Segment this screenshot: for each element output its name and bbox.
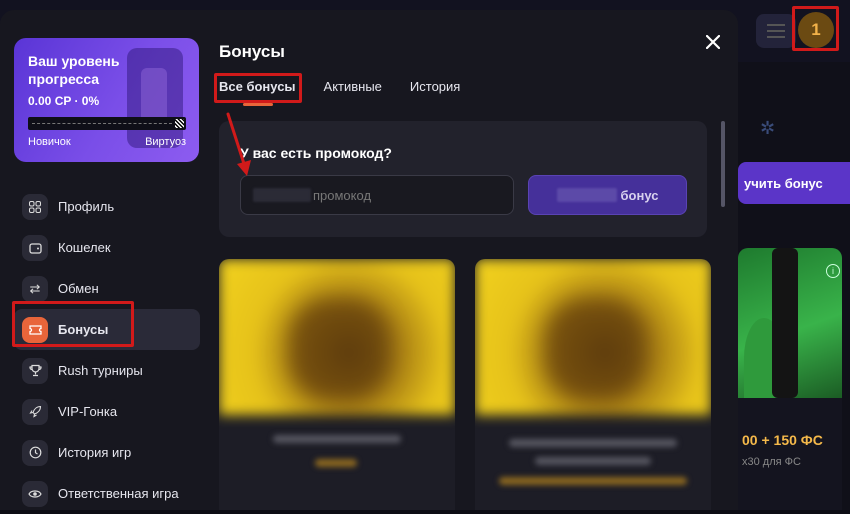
menu-icon xyxy=(767,24,785,38)
info-icon[interactable]: i xyxy=(826,264,840,278)
sidebar-item-label: История игр xyxy=(58,445,131,460)
promo-label: У вас есть промокод? xyxy=(240,145,392,161)
promo-input-placeholder: промокод xyxy=(313,188,371,203)
annotation-highlight-avatar xyxy=(792,6,839,51)
sidebar-item-label: Обмен xyxy=(58,281,99,296)
background-card-footer xyxy=(738,398,842,510)
tab-history[interactable]: История xyxy=(410,76,460,96)
sidebar-item-bonuses[interactable]: Бонусы xyxy=(14,309,200,350)
promo-code-card: У вас есть промокод? промокод бонус xyxy=(219,121,707,237)
sidebar-item-label: Ответственная игра xyxy=(58,486,179,501)
background-card-wager: х30 для ФС xyxy=(742,456,801,468)
sidebar-item-rush-tournaments[interactable]: Rush турниры xyxy=(14,350,200,391)
get-bonus-button[interactable]: учить бонус xyxy=(738,162,850,204)
clock-icon xyxy=(22,440,48,466)
exchange-icon: ⇄ xyxy=(22,276,48,302)
sidebar-item-label: Кошелек xyxy=(58,240,111,255)
sidebar-item-responsible-gaming[interactable]: Ответственная игра xyxy=(14,473,200,514)
annotation-highlight-tab xyxy=(214,73,302,103)
bonus-card[interactable] xyxy=(219,259,455,510)
sidebar-item-wallet[interactable]: Кошелек xyxy=(14,227,200,268)
background-card-value: 00 + 150 ФС xyxy=(742,432,823,448)
sidebar-item-label: VIP-Гонка xyxy=(58,404,117,419)
progress-title: Ваш уровень прогресса xyxy=(28,52,148,88)
progress-level-max: Виртуоз xyxy=(145,136,186,148)
promo-code-input[interactable]: промокод xyxy=(240,175,514,215)
sidebar-item-label: Бонусы xyxy=(58,322,108,337)
rocket-icon xyxy=(22,399,48,425)
star-icon: ✲ xyxy=(760,118,775,139)
close-icon xyxy=(706,35,720,49)
sidebar-item-label: Rush турниры xyxy=(58,363,143,378)
trophy-icon xyxy=(22,358,48,384)
background-menu-button[interactable] xyxy=(756,14,796,48)
finish-flag-icon xyxy=(175,119,184,128)
sidebar-item-exchange[interactable]: ⇄ Обмен xyxy=(14,268,200,309)
ticket-icon xyxy=(22,317,48,343)
sidebar-item-label: Профиль xyxy=(58,199,114,214)
progress-bar xyxy=(28,117,186,130)
bonuses-content: Бонусы Все бонусы Активные История У вас… xyxy=(219,10,738,510)
eye-icon xyxy=(22,481,48,507)
progress-value: 0.00 CP · 0% xyxy=(28,94,99,108)
bonus-list xyxy=(219,259,719,510)
progress-level-min: Новичок xyxy=(28,136,71,148)
sidebar-nav: Профиль Кошелек ⇄ Обмен Бонусы Rush турн… xyxy=(14,186,200,514)
tab-active[interactable]: Активные xyxy=(324,76,382,96)
activate-bonus-label: бонус xyxy=(621,188,659,203)
page-title: Бонусы xyxy=(219,42,285,62)
sidebar-item-game-history[interactable]: История игр xyxy=(14,432,200,473)
grid-icon xyxy=(22,194,48,220)
sidebar-item-profile[interactable]: Профиль xyxy=(14,186,200,227)
wallet-icon xyxy=(22,235,48,261)
close-button[interactable] xyxy=(703,32,723,52)
sidebar-item-vip-race[interactable]: VIP-Гонка xyxy=(14,391,200,432)
active-tab-indicator xyxy=(243,103,273,106)
progress-card[interactable]: Ваш уровень прогресса 0.00 CP · 0% Нович… xyxy=(14,38,199,162)
bonus-card[interactable] xyxy=(475,259,711,510)
activate-bonus-button[interactable]: бонус xyxy=(528,175,687,215)
scrollbar[interactable] xyxy=(721,121,725,207)
